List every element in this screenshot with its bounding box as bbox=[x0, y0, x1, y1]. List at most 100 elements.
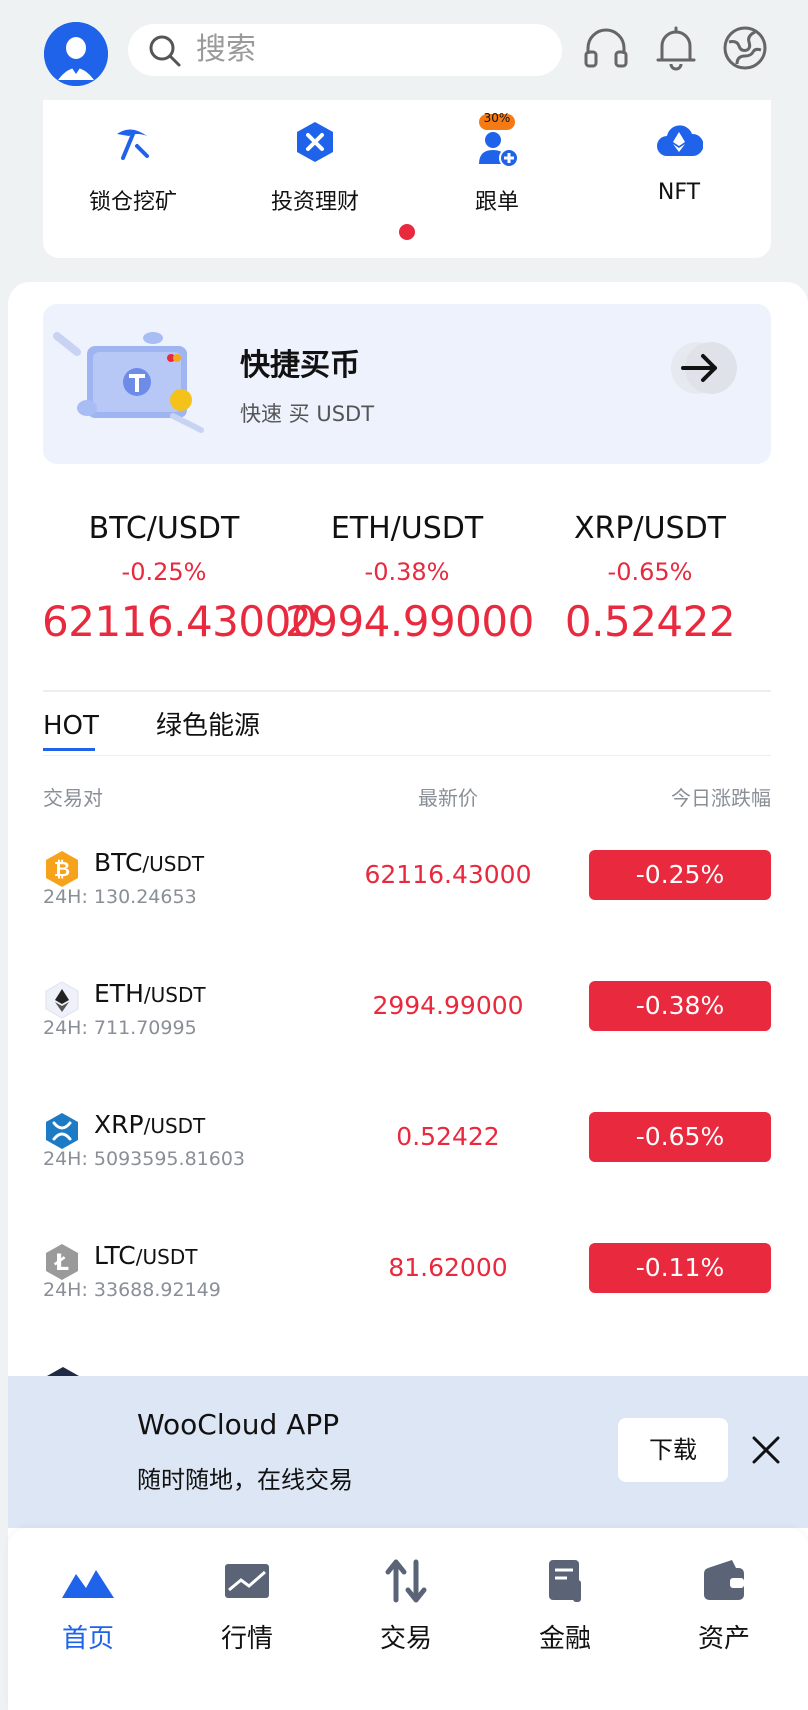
headset-icon[interactable] bbox=[582, 24, 630, 72]
ticker-pair: XRP/USDT bbox=[573, 511, 727, 546]
cloud-eth-icon bbox=[657, 125, 703, 156]
row-change-badge: -0.11% bbox=[589, 1243, 771, 1293]
column-header-price: 最新价 bbox=[418, 786, 478, 810]
ticker-pair: BTC/USDT bbox=[88, 511, 240, 546]
wallet-icon bbox=[704, 1560, 744, 1600]
ticker-xrp[interactable]: XRP/USDT -0.65% 0.52422 bbox=[528, 508, 772, 650]
menu-item-copy-trade[interactable]: 30% 跟单 bbox=[407, 111, 587, 238]
table-row[interactable]: ₿ BTC/USDT 24H: 130.24653 62116.43000 -0… bbox=[43, 842, 771, 942]
table-row[interactable]: Ł LTC/USDT 24H: 33688.92149 81.62000 -0.… bbox=[43, 1235, 771, 1335]
document-icon bbox=[549, 1560, 581, 1602]
header: 搜索 bbox=[0, 0, 808, 100]
row-price: 2994.99000 bbox=[372, 991, 524, 1020]
ticker-change: -0.25% bbox=[121, 558, 207, 586]
menu-item-label: 锁仓挖矿 bbox=[88, 190, 177, 215]
svg-text:₿: ₿ bbox=[54, 857, 70, 881]
nav-trade[interactable]: 交易 bbox=[326, 1556, 486, 1676]
banner-subtitle: 快速 买 USDT bbox=[240, 402, 375, 426]
ticker-change: -0.65% bbox=[607, 558, 693, 586]
svg-text:Ł: Ł bbox=[54, 1251, 69, 1276]
nav-label: 交易 bbox=[379, 1624, 432, 1654]
tab-hot[interactable]: HOT bbox=[43, 706, 99, 746]
row-quote: /USDT bbox=[143, 983, 206, 1007]
xrp-icon bbox=[46, 1113, 78, 1149]
table-row[interactable]: XRP/USDT 24H: 5093595.81603 0.52422 -0.6… bbox=[43, 1104, 771, 1204]
row-pair: ETH/USDT bbox=[94, 979, 206, 1008]
column-header-pair: 交易对 bbox=[43, 786, 103, 810]
bell-icon[interactable] bbox=[652, 24, 700, 72]
row-pair: LTC/USDT bbox=[94, 1241, 197, 1270]
ticker-change: -0.38% bbox=[364, 558, 450, 586]
nav-market[interactable]: 行情 bbox=[167, 1556, 327, 1676]
nav-finance[interactable]: 金融 bbox=[485, 1556, 645, 1676]
tab-green-energy[interactable]: 绿色能源 bbox=[156, 706, 260, 746]
download-button[interactable]: 下载 bbox=[618, 1418, 728, 1482]
pickaxe-icon bbox=[117, 129, 149, 160]
arrow-right-icon[interactable] bbox=[665, 340, 749, 396]
banner-title: 快捷买币 bbox=[240, 348, 360, 383]
app-download-bar: WooCloud APP 随时随地，在线交易 下载 bbox=[8, 1376, 808, 1528]
column-header-change: 今日涨跌幅 bbox=[671, 786, 771, 810]
download-subtitle: 随时随地，在线交易 bbox=[137, 1466, 353, 1494]
nav-label: 首页 bbox=[61, 1624, 114, 1654]
row-price: 0.52422 bbox=[396, 1122, 500, 1151]
row-volume: 24H: 130.24653 bbox=[43, 886, 197, 908]
menu-item-label: 跟单 bbox=[474, 190, 519, 215]
row-price: 81.62000 bbox=[388, 1253, 508, 1282]
row-change-badge: -0.65% bbox=[589, 1112, 771, 1162]
row-base: ETH bbox=[94, 979, 144, 1008]
bottom-nav: 首页 行情 交易 金融 资产 bbox=[8, 1528, 808, 1710]
divider bbox=[43, 690, 771, 692]
row-pair: XRP/USDT bbox=[94, 1110, 205, 1139]
row-volume: 24H: 33688.92149 bbox=[43, 1279, 221, 1301]
menu-item-label: 投资理财 bbox=[270, 190, 359, 215]
row-volume: 24H: 5093595.81603 bbox=[43, 1148, 246, 1170]
menu-badge: 30% bbox=[483, 111, 511, 125]
row-base: LTC bbox=[94, 1241, 136, 1270]
row-volume: 24H: 711.70995 bbox=[43, 1017, 197, 1039]
globe-icon[interactable] bbox=[721, 24, 769, 72]
ticker-btc[interactable]: BTC/USDT -0.25% 62116.43000 bbox=[42, 508, 318, 650]
nav-label: 金融 bbox=[538, 1624, 591, 1654]
menu-item-lock-mining[interactable]: 锁仓挖矿 bbox=[43, 118, 223, 238]
nav-assets[interactable]: 资产 bbox=[644, 1556, 804, 1676]
nav-label: 行情 bbox=[220, 1624, 273, 1654]
ticker-price: 2994.99000 bbox=[285, 597, 534, 646]
divider bbox=[43, 755, 771, 756]
bitcoin-icon: ₿ bbox=[46, 851, 78, 887]
credit-card-illustration-icon bbox=[53, 332, 204, 433]
close-icon[interactable] bbox=[748, 1432, 784, 1468]
row-quote: /USDT bbox=[135, 1245, 198, 1269]
row-base: BTC bbox=[94, 848, 143, 877]
menu-item-nft[interactable]: NFT bbox=[589, 118, 769, 238]
user-avatar-icon bbox=[44, 22, 108, 86]
download-title: WooCloud APP bbox=[137, 1408, 340, 1441]
row-price: 62116.43000 bbox=[364, 860, 532, 889]
menu-item-label: NFT bbox=[657, 180, 701, 205]
table-row[interactable]: ETH/USDT 24H: 711.70995 2994.99000 -0.38… bbox=[43, 973, 771, 1073]
swap-arrows-icon bbox=[385, 1559, 427, 1603]
chart-icon bbox=[225, 1564, 269, 1598]
row-quote: /USDT bbox=[143, 1114, 206, 1138]
ethereum-icon bbox=[45, 981, 79, 1019]
ticker-price: 0.52422 bbox=[564, 597, 736, 646]
ticker-pair: ETH/USDT bbox=[330, 511, 484, 546]
quick-buy-banner[interactable]: 快捷买币 快速 买 USDT bbox=[43, 304, 771, 464]
ticker-eth[interactable]: ETH/USDT -0.38% 2994.99000 bbox=[285, 508, 534, 650]
row-change-badge: -0.25% bbox=[589, 850, 771, 900]
row-pair: BTC/USDT bbox=[94, 848, 204, 877]
nav-home[interactable]: 首页 bbox=[8, 1556, 168, 1676]
row-quote: /USDT bbox=[142, 852, 205, 876]
search-icon bbox=[149, 35, 181, 67]
litecoin-icon: Ł bbox=[46, 1244, 78, 1280]
search-input[interactable]: 搜索 bbox=[128, 24, 562, 76]
menu-item-investment[interactable]: 投资理财 bbox=[225, 118, 405, 238]
home-mountain-icon bbox=[62, 1570, 114, 1598]
search-placeholder: 搜索 bbox=[196, 32, 256, 67]
avatar[interactable] bbox=[44, 22, 108, 86]
row-change-badge: -0.38% bbox=[589, 981, 771, 1031]
tab-active-indicator bbox=[43, 748, 95, 751]
row-base: XRP bbox=[94, 1110, 144, 1139]
pager-dot bbox=[399, 224, 415, 240]
hexagon-x-icon bbox=[297, 122, 333, 162]
